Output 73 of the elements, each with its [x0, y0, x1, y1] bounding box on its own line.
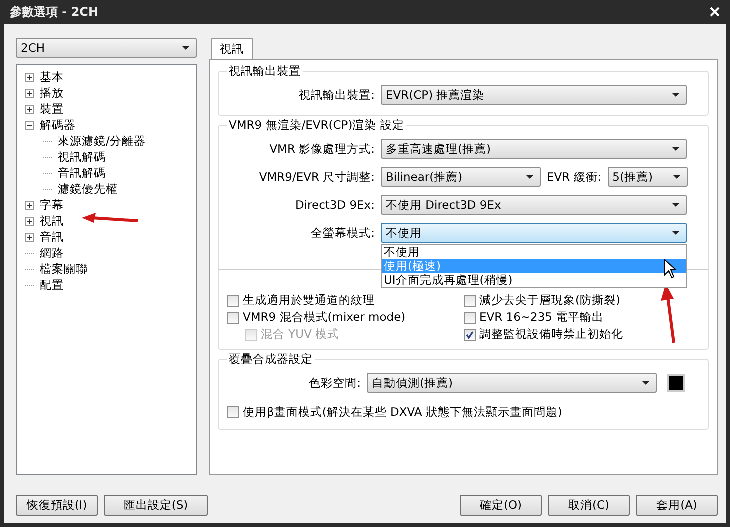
- checkbox[interactable]: [464, 294, 476, 306]
- field-label: Direct3D 9Ex:: [294, 198, 375, 212]
- checkbox-label: 使用β畫面模式(解決在某些 DXVA 狀態下無法顯示畫面問題): [243, 404, 562, 420]
- tree-item[interactable]: 解碼器: [40, 118, 76, 132]
- dropdown[interactable]: EVR(CP) 推薦渲染: [381, 85, 687, 105]
- dropdown-option[interactable]: 不使用: [382, 245, 686, 259]
- caret-icon: [672, 93, 680, 97]
- caret-icon: [672, 147, 680, 151]
- checkbox-label: EVR 16~235 電平輸出: [480, 310, 604, 325]
- field-label: VMR9/EVR 尺寸調整:: [258, 170, 375, 184]
- dialog-button[interactable]: 恢復預設(I): [16, 495, 98, 516]
- tree-item[interactable]: 檔案關聯: [40, 262, 88, 276]
- color-swatch-button[interactable]: [667, 374, 685, 392]
- group-title: 視訊輸出裝置: [228, 64, 302, 79]
- dialog-button[interactable]: 確定(O): [460, 495, 542, 516]
- expander-icon[interactable]: [25, 120, 34, 130]
- field-label: VMR 影像處理方式:: [268, 142, 375, 156]
- mouse-pointer-icon: [664, 259, 678, 279]
- arrow-drawing: [80, 212, 140, 226]
- caret-icon: [672, 203, 680, 207]
- checkbox[interactable]: [227, 294, 239, 306]
- expander-icon[interactable]: [25, 88, 34, 98]
- caret-icon: [672, 231, 680, 235]
- tree-item[interactable]: 配置: [40, 278, 64, 292]
- tree-item[interactable]: 網路: [40, 246, 64, 260]
- dropdown[interactable]: Bilinear(推薦): [381, 167, 541, 187]
- tab[interactable]: 視訊: [211, 38, 253, 59]
- caret-icon: [182, 46, 190, 50]
- dropdown[interactable]: 多重高速處理(推薦): [381, 139, 687, 159]
- checkbox-label: 減少去尖于層現象(防撕裂): [480, 293, 620, 308]
- dialog-button[interactable]: 套用(A): [636, 495, 718, 516]
- expander-icon[interactable]: [25, 200, 34, 210]
- field-label: 視訊輸出裝置:: [298, 88, 375, 102]
- tree-item[interactable]: 來源濾鏡/分離器: [58, 134, 146, 148]
- tree-item[interactable]: 字幕: [40, 198, 64, 212]
- checkbox[interactable]: [227, 406, 239, 418]
- checkbox-label: 混合 YUV 模式: [261, 327, 340, 342]
- caret-icon: [642, 381, 650, 385]
- group-title: 覆疊合成器設定: [228, 352, 314, 367]
- dropdown[interactable]: 自動偵測(推薦): [367, 373, 657, 393]
- checkbox-label: VMR9 混合模式(mixer mode): [243, 310, 406, 325]
- group-title: VMR9 無渲染/EVR(CP)渲染 設定: [228, 118, 406, 133]
- dropdown[interactable]: 不使用 Direct3D 9Ex: [381, 195, 687, 215]
- checkbox-label: 生成適用於雙通道的紋理: [243, 293, 375, 308]
- field-label: 色彩空間:: [308, 376, 361, 390]
- caret-icon: [526, 175, 534, 179]
- tree-item[interactable]: 濾鏡優先權: [58, 182, 118, 196]
- dialog-button[interactable]: 取消(C): [548, 495, 630, 516]
- field-label: EVR 緩衝:: [547, 170, 602, 184]
- tree-item[interactable]: 播放: [40, 86, 64, 100]
- dropdown[interactable]: 不使用: [381, 223, 687, 243]
- checkbox[interactable]: [464, 312, 476, 324]
- checkbox[interactable]: [227, 312, 239, 324]
- expander-icon[interactable]: [25, 216, 34, 226]
- dropdown[interactable]: 5(推薦): [608, 167, 688, 187]
- tree-item[interactable]: 基本: [40, 70, 64, 84]
- caret-icon: [672, 175, 681, 179]
- tree-item[interactable]: 音訊: [40, 230, 64, 244]
- expander-icon[interactable]: [25, 232, 34, 242]
- dialog-button[interactable]: 匯出設定(S): [104, 495, 208, 516]
- field-label: 全螢幕模式:: [310, 226, 375, 240]
- expander-icon[interactable]: [25, 104, 34, 114]
- tree-item[interactable]: 視訊解碼: [58, 150, 106, 164]
- close-icon: [710, 7, 720, 17]
- tree-item[interactable]: 視訊: [40, 214, 64, 228]
- dropdown-option[interactable]: UI介面完成再處理(稍慢): [382, 273, 686, 287]
- tree-item[interactable]: 音訊解碼: [58, 166, 106, 180]
- tree-item[interactable]: 裝置: [40, 102, 64, 116]
- expander-icon[interactable]: [25, 72, 34, 82]
- window-title: 參數選項 - 2CH: [9, 4, 99, 20]
- profile-dropdown[interactable]: 2CH: [16, 38, 197, 58]
- checkbox-label: 調整監視設備時禁止初始化: [480, 327, 624, 342]
- checkbox[interactable]: [464, 328, 476, 340]
